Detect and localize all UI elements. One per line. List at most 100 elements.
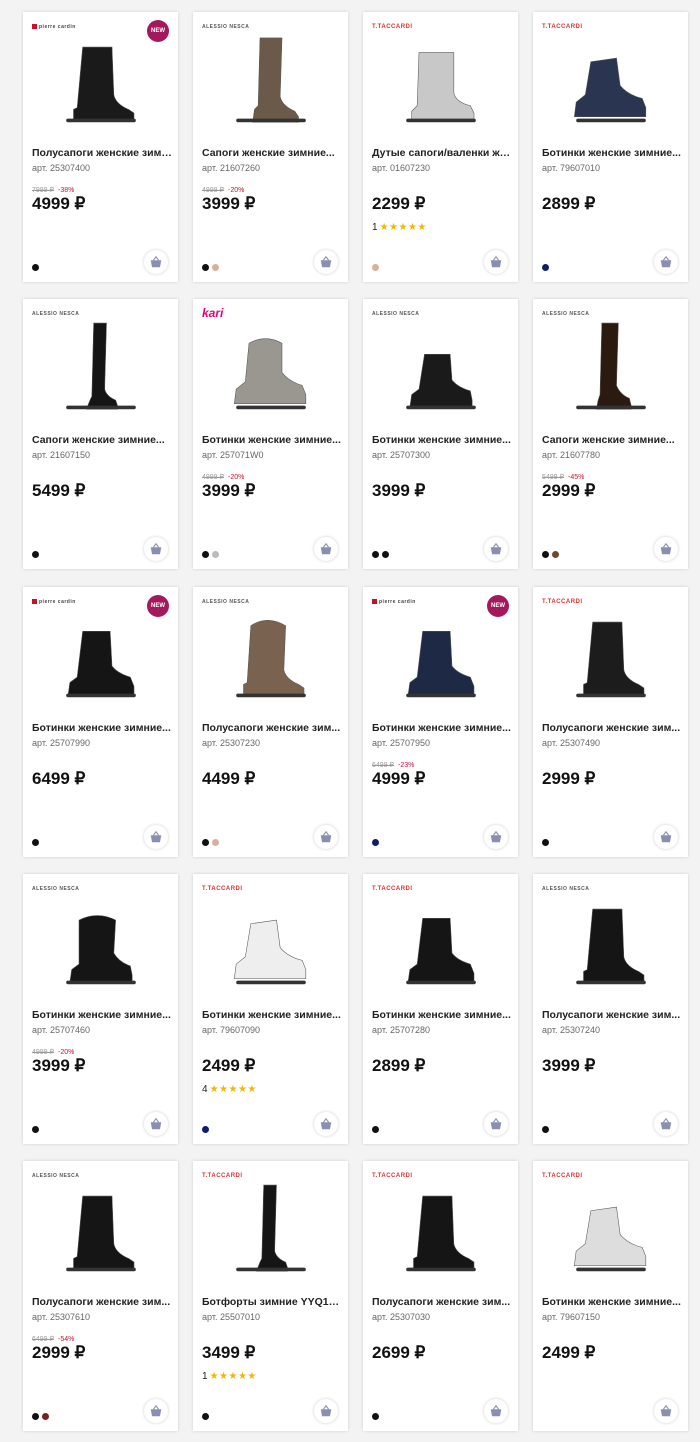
add-to-cart-button[interactable] xyxy=(654,825,678,849)
product-title[interactable]: Ботинки женские зимние... xyxy=(32,1009,172,1021)
product-image[interactable] xyxy=(381,26,500,136)
product-title[interactable]: Полусапоги женские зим... xyxy=(32,1296,172,1308)
add-to-cart-button[interactable] xyxy=(654,250,678,274)
product-image[interactable] xyxy=(211,313,330,423)
product-card[interactable]: T.TACCARDI Ботинки женские зимние... арт. … xyxy=(193,874,348,1144)
add-to-cart-button[interactable] xyxy=(484,1112,508,1136)
product-image[interactable] xyxy=(41,1175,160,1285)
product-title[interactable]: Полусапоги женские зим... xyxy=(202,722,342,734)
product-title[interactable]: Ботинки женские зимние... xyxy=(542,1296,682,1308)
product-title[interactable]: Полусапоги женские зимние... xyxy=(32,147,172,159)
color-swatch[interactable] xyxy=(32,1413,39,1420)
add-to-cart-button[interactable] xyxy=(484,825,508,849)
product-image[interactable] xyxy=(381,888,500,998)
product-title[interactable]: Ботинки женские зимние... xyxy=(202,434,342,446)
product-title[interactable]: Сапоги женские зимние... xyxy=(32,434,172,446)
product-title[interactable]: Полусапоги женские зим... xyxy=(542,1009,682,1021)
color-swatch[interactable] xyxy=(542,264,549,271)
product-image[interactable] xyxy=(41,313,160,423)
product-title[interactable]: Полусапоги женские зим... xyxy=(372,1296,512,1308)
color-swatch[interactable] xyxy=(42,1413,49,1420)
color-swatch[interactable] xyxy=(32,1126,39,1133)
color-swatch[interactable] xyxy=(212,839,219,846)
product-card[interactable]: T.TACCARDI Дутые сапоги/валенки же... арт.… xyxy=(363,12,518,282)
add-to-cart-button[interactable] xyxy=(654,537,678,561)
add-to-cart-button[interactable] xyxy=(144,537,168,561)
color-swatch[interactable] xyxy=(382,551,389,558)
color-swatch[interactable] xyxy=(372,839,379,846)
product-image[interactable] xyxy=(211,26,330,136)
product-image[interactable] xyxy=(551,1175,670,1285)
product-card[interactable]: T.TACCARDI Полусапоги женские зим... арт. … xyxy=(363,1161,518,1431)
product-image[interactable] xyxy=(381,601,500,711)
product-title[interactable]: Ботинки женские зимние... xyxy=(202,1009,342,1021)
color-swatch[interactable] xyxy=(32,264,39,271)
add-to-cart-button[interactable] xyxy=(484,1399,508,1423)
product-image[interactable] xyxy=(551,601,670,711)
product-card[interactable]: T.TACCARDI Ботинки женские зимние... арт. … xyxy=(533,12,688,282)
add-to-cart-button[interactable] xyxy=(314,1112,338,1136)
color-swatch[interactable] xyxy=(202,839,209,846)
product-title[interactable]: Ботинки женские зимние... xyxy=(32,722,172,734)
product-card[interactable]: ALESSIO NESCA Сапоги женские зимние... арт… xyxy=(193,12,348,282)
product-card[interactable]: ALESSIO NESCA Сапоги женские зимние... арт… xyxy=(533,299,688,569)
color-swatch[interactable] xyxy=(542,551,549,558)
color-swatch[interactable] xyxy=(32,551,39,558)
add-to-cart-button[interactable] xyxy=(654,1112,678,1136)
add-to-cart-button[interactable] xyxy=(314,1399,338,1423)
add-to-cart-button[interactable] xyxy=(484,250,508,274)
product-card[interactable]: ALESSIO NESCA Полусапоги женские зим... ар… xyxy=(533,874,688,1144)
product-title[interactable]: Полусапоги женские зим... xyxy=(542,722,682,734)
product-image[interactable] xyxy=(211,601,330,711)
color-swatch[interactable] xyxy=(202,551,209,558)
product-title[interactable]: Ботинки женские зимние... xyxy=(372,722,512,734)
product-title[interactable]: Ботинки женские зимние... xyxy=(372,434,512,446)
product-title[interactable]: Ботфорты зимние YYQ19... xyxy=(202,1296,342,1308)
product-image[interactable] xyxy=(551,888,670,998)
product-title[interactable]: Сапоги женские зимние... xyxy=(542,434,682,446)
add-to-cart-button[interactable] xyxy=(314,250,338,274)
product-card[interactable]: pierre cardinNEWПолусапоги женские зимни… xyxy=(23,12,178,282)
add-to-cart-button[interactable] xyxy=(314,537,338,561)
product-image[interactable] xyxy=(551,313,670,423)
product-image[interactable] xyxy=(381,313,500,423)
color-swatch[interactable] xyxy=(202,264,209,271)
color-swatch[interactable] xyxy=(372,264,379,271)
product-card[interactable]: pierre cardin NEW Ботинки женские зимние..… xyxy=(23,587,178,857)
color-swatch[interactable] xyxy=(212,551,219,558)
product-card[interactable]: T.TACCARDI Полусапоги женские зим... арт. … xyxy=(533,587,688,857)
product-image[interactable] xyxy=(41,26,160,136)
product-card[interactable]: ALESSIO NESCA Сапоги женские зимние... арт… xyxy=(23,299,178,569)
product-card[interactable]: ALESSIO NESCA Полусапоги женские зим... ар… xyxy=(193,587,348,857)
product-image[interactable] xyxy=(211,1175,330,1285)
add-to-cart-button[interactable] xyxy=(144,1399,168,1423)
add-to-cart-button[interactable] xyxy=(144,825,168,849)
product-image[interactable] xyxy=(381,1175,500,1285)
product-image[interactable] xyxy=(211,888,330,998)
product-image[interactable] xyxy=(41,601,160,711)
add-to-cart-button[interactable] xyxy=(144,1112,168,1136)
product-card[interactable]: kari Ботинки женские зимние... арт. 257071… xyxy=(193,299,348,569)
product-card[interactable]: T.TACCARDI Ботинки женские зимние... арт. … xyxy=(533,1161,688,1431)
product-title[interactable]: Дутые сапоги/валенки же... xyxy=(372,147,512,159)
color-swatch[interactable] xyxy=(372,1413,379,1420)
product-card[interactable]: ALESSIO NESCA Полусапоги женские зим... ар… xyxy=(23,1161,178,1431)
color-swatch[interactable] xyxy=(32,839,39,846)
color-swatch[interactable] xyxy=(542,1126,549,1133)
add-to-cart-button[interactable] xyxy=(314,825,338,849)
product-title[interactable]: Ботинки женские зимние... xyxy=(372,1009,512,1021)
product-card[interactable]: ALESSIO NESCA Ботинки женские зимние... ар… xyxy=(363,299,518,569)
product-card[interactable]: T.TACCARDI Ботинки женские зимние... арт. … xyxy=(363,874,518,1144)
product-title[interactable]: Ботинки женские зимние... xyxy=(542,147,682,159)
color-swatch[interactable] xyxy=(372,551,379,558)
add-to-cart-button[interactable] xyxy=(484,537,508,561)
product-image[interactable] xyxy=(41,888,160,998)
color-swatch[interactable] xyxy=(542,839,549,846)
add-to-cart-button[interactable] xyxy=(654,1399,678,1423)
color-swatch[interactable] xyxy=(372,1126,379,1133)
product-image[interactable] xyxy=(551,26,670,136)
color-swatch[interactable] xyxy=(202,1413,209,1420)
product-card[interactable]: pierre cardin NEW Ботинки женские зимние..… xyxy=(363,587,518,857)
product-title[interactable]: Сапоги женские зимние... xyxy=(202,147,342,159)
color-swatch[interactable] xyxy=(202,1126,209,1133)
